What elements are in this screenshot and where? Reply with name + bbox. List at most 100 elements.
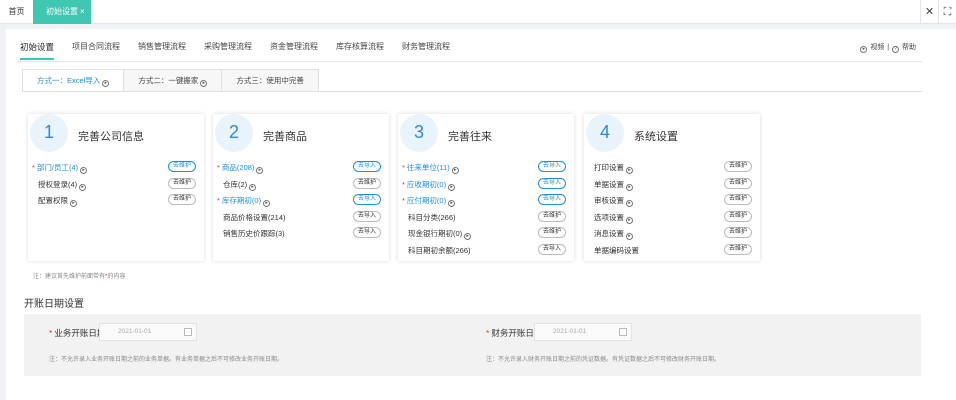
row-action-button[interactable]: 去维护 xyxy=(538,227,566,238)
row-action-button[interactable]: 去维护 xyxy=(724,243,752,255)
row-text: 配置权限 xyxy=(38,196,68,205)
row-action-button[interactable]: 去维护 xyxy=(168,177,196,189)
tab-close-icon[interactable]: × xyxy=(80,0,85,24)
play-icon[interactable]: ▸ xyxy=(626,183,633,191)
row-label[interactable]: * 库存期初(0) ▸ xyxy=(217,195,271,207)
card-row: 现金银行期初(0) ▸ 去维护 xyxy=(402,227,566,241)
row-action-button[interactable]: 去导入 xyxy=(353,161,381,172)
calendar-icon xyxy=(619,328,627,336)
row-text: 单据编码设置 xyxy=(594,245,639,255)
row-label[interactable]: * 商品(208) ▸ xyxy=(217,162,264,174)
setup-card: 4 系统设置 打印设置 ▸ 去维护 单据设置 ▸ 去维护 审核设置 ▸ 去维护 选项设置 ▸ 去维护 消息设… xyxy=(584,114,760,261)
row-text: 仓库(2) xyxy=(223,179,248,189)
row-text: 部门/员工(4) xyxy=(36,163,79,172)
row-text: 库存期初(0) xyxy=(221,196,262,205)
row-label: 授权登录(4) ▸ xyxy=(38,179,87,191)
row-action-button[interactable]: 去导入 xyxy=(538,243,566,255)
row-label: 消息设置 ▸ xyxy=(594,228,633,240)
row-action-button[interactable]: 去维护 xyxy=(538,210,566,222)
row-label[interactable]: * 应付期初(0) ▸ xyxy=(402,195,456,207)
play-icon[interactable]: ▸ xyxy=(626,167,633,174)
row-label: 选项设置 ▸ xyxy=(594,212,633,224)
play-icon[interactable]: ▸ xyxy=(249,183,257,191)
finance-date-input[interactable]: 2021-01-01 xyxy=(534,323,632,341)
tab-inventory[interactable]: 库存核算流程 xyxy=(336,39,384,60)
row-label: 仓库(2) ▸ xyxy=(223,179,257,191)
required-mark: * xyxy=(217,196,220,205)
card-row: 配置权限 ▸ 去维护 xyxy=(32,194,196,208)
tab-initial-settings[interactable]: 初始设置 × xyxy=(33,0,91,24)
play-icon[interactable]: ▸ xyxy=(626,233,633,240)
help-links: ▸ 视频 | ? 帮助 xyxy=(859,42,916,53)
row-action-button[interactable]: 去维护 xyxy=(168,194,196,205)
play-icon: ▸ xyxy=(200,80,208,87)
help-link[interactable]: 帮助 xyxy=(902,44,916,51)
row-label: 销售历史价跟踪(3) xyxy=(223,228,285,239)
close-icon[interactable]: ✕ xyxy=(920,0,938,24)
card-row: 单据设置 ▸ 去维护 xyxy=(588,177,752,192)
step-number: 1 xyxy=(30,114,68,152)
row-label[interactable]: * 部门/员工(4) ▸ xyxy=(32,162,88,174)
card-row: 选项设置 ▸ 去维护 xyxy=(588,210,752,225)
play-icon[interactable]: ▸ xyxy=(448,183,456,191)
card-row: 科目期初余额(266) 去导入 xyxy=(402,243,566,258)
row-action-button[interactable]: 去导入 xyxy=(538,177,566,189)
row-action-button[interactable]: 去维护 xyxy=(724,210,752,222)
hint-note: 注：建议首先维护前面带有*的内容 xyxy=(33,274,126,280)
row-action-button[interactable]: 去维护 xyxy=(724,161,752,172)
row-action-button[interactable]: 去维护 xyxy=(353,177,381,189)
play-icon[interactable]: ▸ xyxy=(79,183,87,191)
card-row: 仓库(2) ▸ 去维护 xyxy=(217,177,381,192)
row-label: 打印设置 ▸ xyxy=(594,162,633,174)
play-icon[interactable]: ▸ xyxy=(464,233,472,240)
tab-funds[interactable]: 资金管理流程 xyxy=(270,39,318,60)
play-icon[interactable]: ▸ xyxy=(626,200,633,207)
tab-initial-settings-nav[interactable]: 初始设置 xyxy=(20,39,55,60)
row-text: 单据设置 xyxy=(594,179,624,189)
row-action-button[interactable]: 去维护 xyxy=(168,161,196,172)
question-icon: ? xyxy=(892,46,900,53)
card-row: 商品价格设置(214) 去导入 xyxy=(217,210,381,225)
card-row: * 应收期初(0) ▸ 去导入 xyxy=(402,177,566,192)
card-row: * 应付期初(0) ▸ 去导入 xyxy=(402,194,566,208)
play-icon[interactable]: ▸ xyxy=(70,200,77,207)
card-row: * 商品(208) ▸ 去导入 xyxy=(217,161,381,175)
required-mark: * xyxy=(32,163,35,172)
row-action-button[interactable]: 去导入 xyxy=(538,194,566,205)
business-date-input[interactable]: 2021-01-01 xyxy=(99,323,197,341)
row-action-button[interactable]: 去维护 xyxy=(724,227,752,238)
play-icon[interactable]: ▸ xyxy=(451,167,459,174)
video-link[interactable]: 视频 xyxy=(870,44,884,51)
card-title: 完善公司信息 xyxy=(78,131,144,143)
tab-home[interactable]: 首页 xyxy=(0,0,33,24)
tab-purchase[interactable]: 采购管理流程 xyxy=(204,39,252,60)
fullscreen-icon[interactable]: ⛶ xyxy=(938,0,956,24)
row-action-button[interactable]: 去导入 xyxy=(353,227,381,238)
row-action-button[interactable]: 去导入 xyxy=(353,194,381,205)
card-row: * 往来单位(11) ▸ 去导入 xyxy=(402,161,566,175)
row-label[interactable]: * 应收期初(0) ▸ xyxy=(402,179,456,191)
main-panel: 初始设置 项目合同流程 销售管理流程 采购管理流程 资金管理流程 库存核算流程 … xyxy=(6,29,956,400)
tab-sales[interactable]: 销售管理流程 xyxy=(138,39,186,60)
row-action-button[interactable]: 去导入 xyxy=(353,210,381,222)
play-icon[interactable]: ▸ xyxy=(256,167,264,174)
row-text: 商品价格设置(214) xyxy=(223,212,286,222)
play-icon[interactable]: ▸ xyxy=(80,167,88,174)
play-icon[interactable]: ▸ xyxy=(626,216,633,224)
play-icon[interactable]: ▸ xyxy=(448,200,456,207)
tab-project-contract[interactable]: 项目合同流程 xyxy=(72,39,120,60)
tab-finance[interactable]: 财务管理流程 xyxy=(402,39,450,60)
mode-label: 方式三：使用中完善 xyxy=(236,76,304,85)
opening-date-box: * 业务开账日期 2021-01-01 注：不允许录入业务开账日期之前的业务单据。… xyxy=(24,314,921,376)
mode-one-click-move[interactable]: 方式二：一键搬家 ▸ xyxy=(123,69,223,92)
mode-improve-in-use[interactable]: 方式三：使用中完善 xyxy=(221,69,319,92)
play-icon[interactable]: ▸ xyxy=(263,200,271,207)
row-text: 往来单位(11) xyxy=(406,163,450,172)
play-icon: ▸ xyxy=(860,46,868,53)
row-action-button[interactable]: 去导入 xyxy=(538,161,566,172)
row-action-button[interactable]: 去维护 xyxy=(724,194,752,205)
row-text: 消息设置 xyxy=(594,229,624,238)
mode-excel-import[interactable]: 方式一：Excel导入 ▸ xyxy=(22,69,125,92)
row-action-button[interactable]: 去维护 xyxy=(724,177,752,189)
row-label[interactable]: * 往来单位(11) ▸ xyxy=(402,162,459,174)
